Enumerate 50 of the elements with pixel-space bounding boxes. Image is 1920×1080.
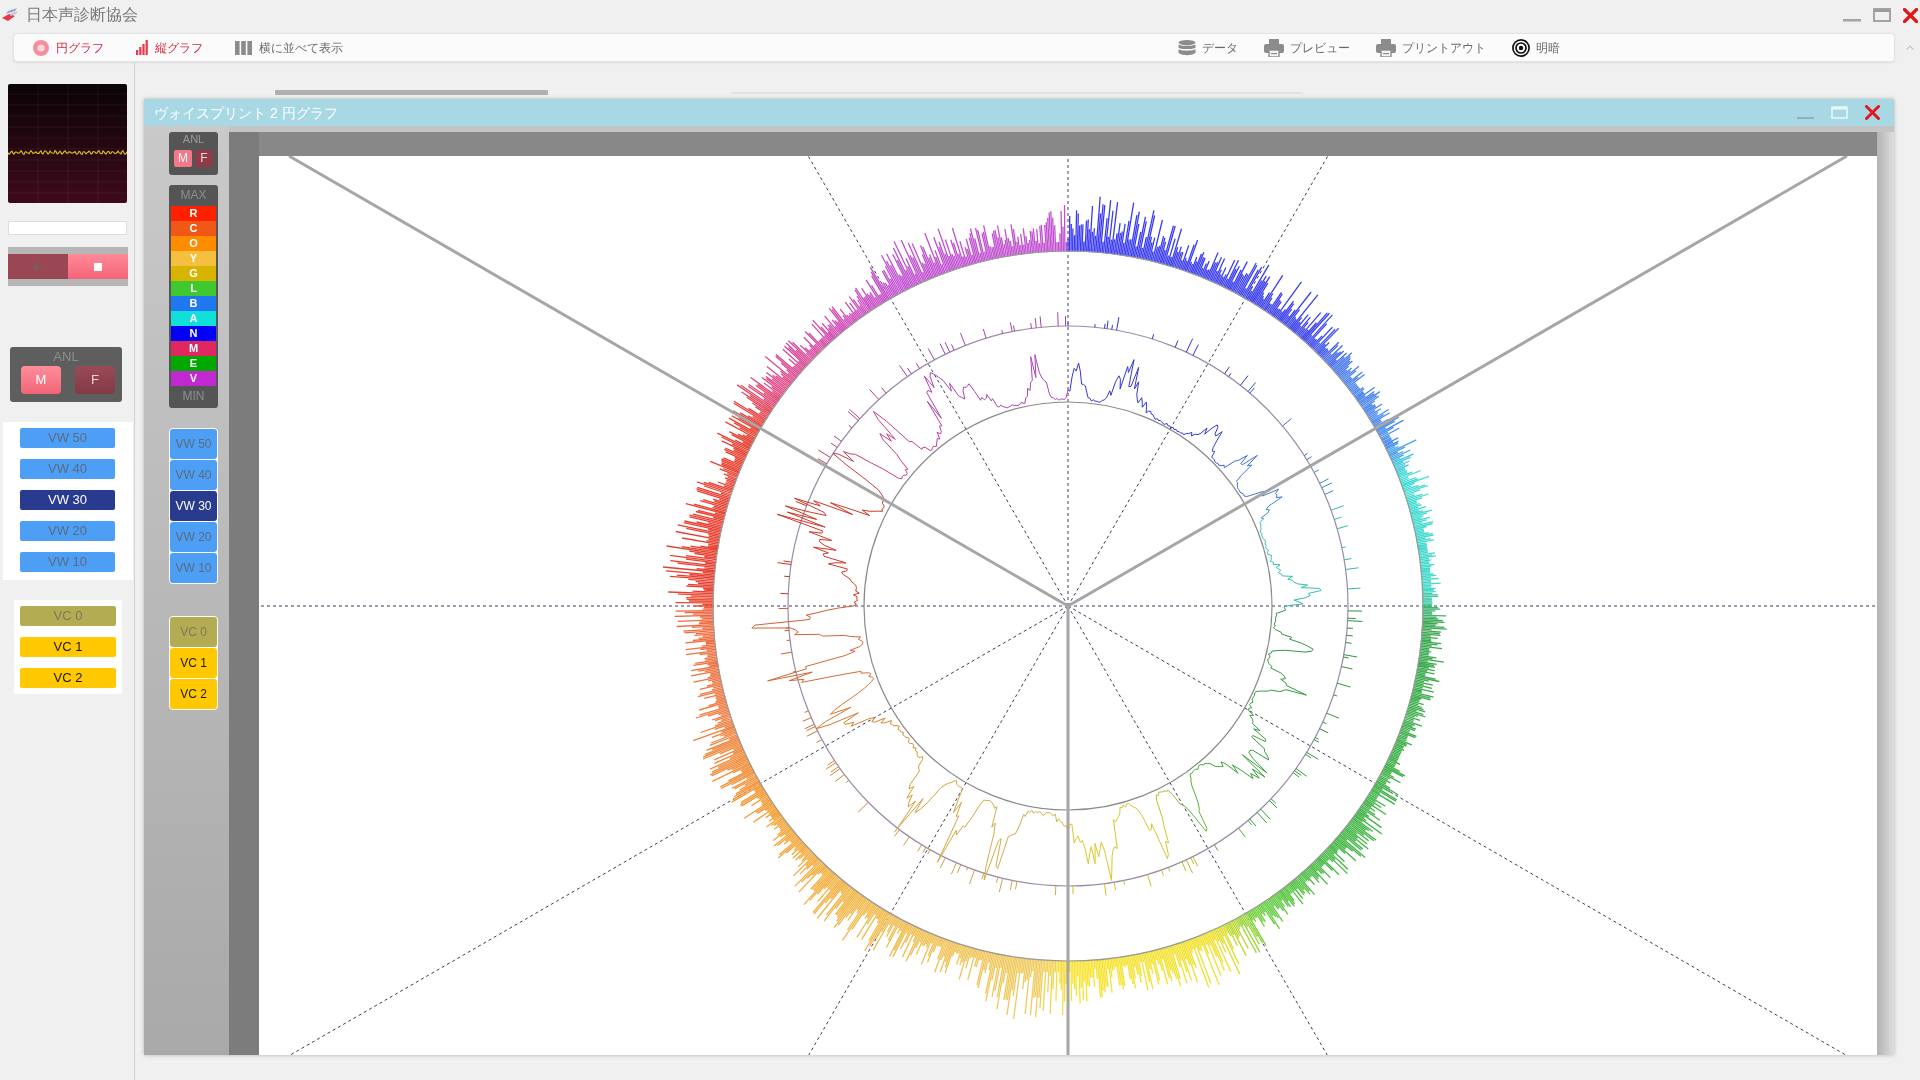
mode-button[interactable]: M <box>174 150 192 167</box>
color-band: L <box>171 281 216 296</box>
color-band: B <box>171 296 216 311</box>
toolbar-button[interactable]: 縦グラフ <box>136 36 203 59</box>
mode-button[interactable]: F <box>195 150 213 167</box>
color-band: R <box>171 206 216 221</box>
database-icon <box>1178 39 1196 56</box>
color-band: G <box>171 266 216 281</box>
color-band: M <box>171 341 216 356</box>
toolbar-button[interactable]: 横に並べて表示 <box>235 36 343 59</box>
color-band: A <box>171 311 216 326</box>
columns-icon <box>235 40 252 55</box>
color-band: E <box>171 356 216 371</box>
app-title: 日本声診断協会 <box>26 5 138 25</box>
toolbar-button[interactable]: データ <box>1178 36 1238 59</box>
vw-button[interactable]: VW 30 <box>20 490 115 510</box>
printer-icon <box>1264 38 1284 57</box>
toolbar-button[interactable]: 明暗 <box>1512 36 1560 59</box>
ring-icon <box>33 39 49 56</box>
toolbar-button[interactable]: 円グラフ <box>33 36 104 59</box>
anl-label: ANL <box>182 133 205 146</box>
vc-button[interactable]: VC 2 <box>170 679 217 709</box>
vc-button[interactable]: VC 2 <box>20 668 116 688</box>
vc-button[interactable]: VC 1 <box>20 637 116 657</box>
vw-button[interactable]: VW 30 <box>170 491 217 521</box>
vc-button[interactable]: VC 1 <box>170 648 217 678</box>
play-icon <box>34 261 42 272</box>
logo-icon <box>2 8 18 22</box>
scale-min-label: MIN <box>182 388 205 405</box>
color-band: N <box>171 326 216 341</box>
close-icon[interactable] <box>1865 105 1880 120</box>
color-band: C <box>171 221 216 236</box>
close-icon[interactable] <box>1903 7 1918 23</box>
printer-icon <box>1376 38 1396 57</box>
chevron-up-icon[interactable] <box>1906 45 1914 50</box>
mode-button[interactable]: M <box>21 366 61 394</box>
stop-button[interactable] <box>68 254 128 279</box>
toolbar-button[interactable]: プレビュー <box>1264 36 1350 59</box>
scrollbar-thumb[interactable] <box>275 90 548 95</box>
stop-icon <box>94 262 102 271</box>
color-band: O <box>171 236 216 251</box>
window-title: ヴォイスプリント 2 円グラフ <box>154 103 338 122</box>
mode-button[interactable]: F <box>75 366 115 394</box>
maximize-icon[interactable] <box>1873 8 1891 22</box>
scale-max-label: MAX <box>180 187 207 204</box>
color-band: Y <box>171 251 216 266</box>
target-icon <box>1512 38 1530 57</box>
color-band: V <box>171 371 216 386</box>
toolbar-button[interactable]: プリントアウト <box>1376 36 1486 59</box>
bar-chart-icon <box>136 40 148 55</box>
